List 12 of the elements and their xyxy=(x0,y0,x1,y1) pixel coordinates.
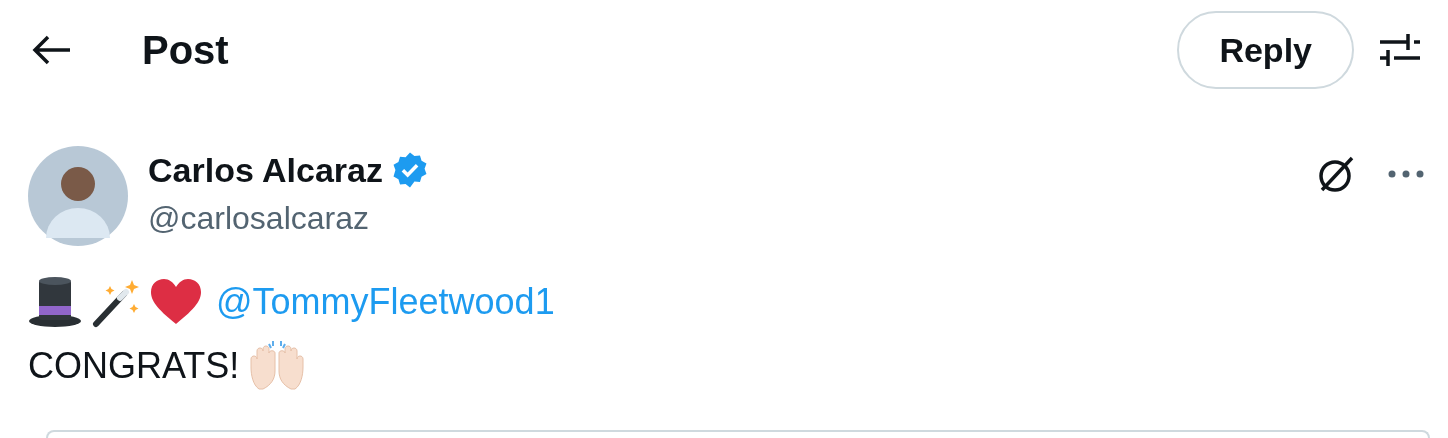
post-text: CONGRATS! xyxy=(28,345,240,387)
avatar[interactable] xyxy=(28,146,128,246)
sliders-icon[interactable] xyxy=(1380,31,1420,69)
author-handle[interactable]: @carlosalcaraz xyxy=(148,200,1316,237)
back-arrow-icon[interactable] xyxy=(32,34,72,66)
reply-button[interactable]: Reply xyxy=(1177,11,1354,89)
heart-icon xyxy=(150,278,202,326)
more-options-icon[interactable] xyxy=(1388,170,1424,178)
author-name[interactable]: Carlos Alcaraz xyxy=(148,150,383,190)
slashed-circle-icon[interactable] xyxy=(1316,154,1356,194)
page-title: Post xyxy=(142,27,230,73)
top-hat-icon xyxy=(28,276,82,328)
